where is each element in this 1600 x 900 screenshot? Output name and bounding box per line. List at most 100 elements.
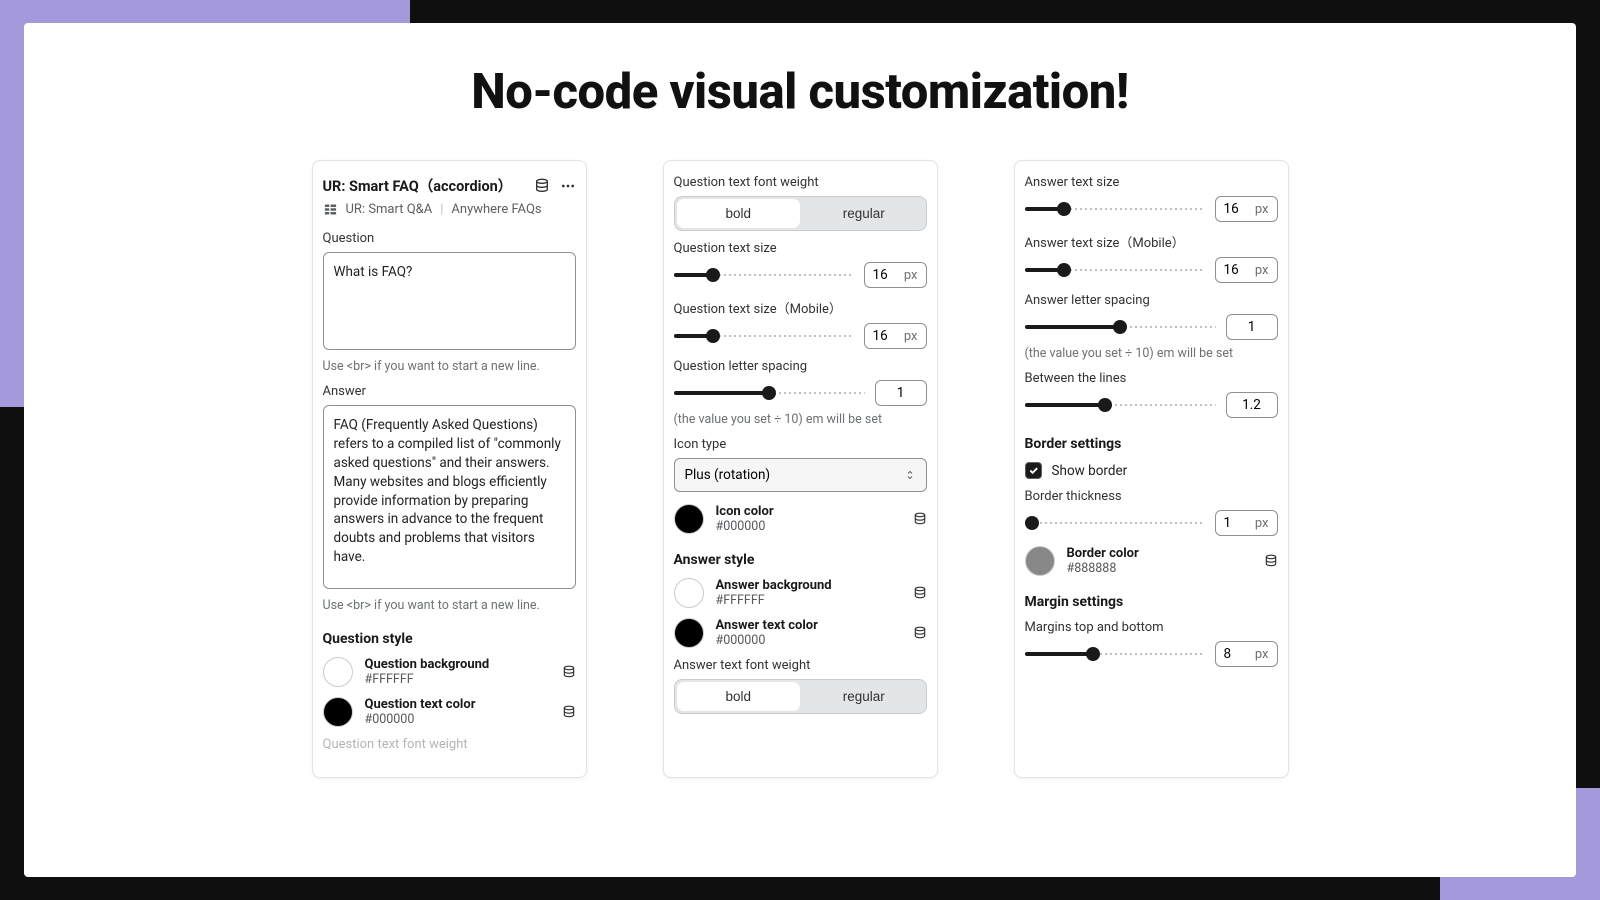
answer-font-weight-label: Answer text font weight <box>674 658 927 673</box>
question-text-swatch <box>323 697 353 727</box>
question-label: Question <box>323 231 576 246</box>
answer-text-size-mobile-input[interactable]: 16 px <box>1215 257 1278 283</box>
border-thickness-input[interactable]: 1 px <box>1215 510 1278 536</box>
value: 1.2 <box>1242 397 1261 413</box>
icon-type-value: Plus (rotation) <box>685 467 771 483</box>
dynamic-source-icon[interactable] <box>562 665 576 679</box>
question-letter-spacing-hint: (the value you set ÷ 10) em will be set <box>674 412 927 427</box>
question-text-size-label: Question text size <box>674 241 927 256</box>
icon-color-swatch <box>674 504 704 534</box>
border-thickness-label: Border thickness <box>1025 489 1278 504</box>
unit: px <box>904 329 918 344</box>
question-letter-spacing-label: Question letter spacing <box>674 359 927 374</box>
show-border-checkbox[interactable] <box>1025 462 1042 479</box>
regular-option[interactable]: regular <box>802 680 926 713</box>
unit: px <box>1255 263 1269 278</box>
dynamic-source-icon[interactable] <box>913 626 927 640</box>
question-text-size-mobile-input[interactable]: 16 px <box>864 323 927 349</box>
breadcrumb: UR: Smart Q&A | Anywhere FAQs <box>323 202 576 217</box>
answer-font-weight-toggle[interactable]: bold regular <box>674 679 927 714</box>
answer-input[interactable] <box>323 405 576 589</box>
value: 16 <box>1224 262 1239 278</box>
unit: px <box>904 268 918 283</box>
answer-letter-spacing-slider[interactable] <box>1025 317 1216 337</box>
show-border-label: Show border <box>1052 463 1128 479</box>
breadcrumb-section: Anywhere FAQs <box>451 202 541 217</box>
answer-label: Answer <box>323 384 576 399</box>
icon-type-label: Icon type <box>674 437 927 452</box>
question-bg-label: Question background <box>365 657 490 672</box>
question-letter-spacing-input[interactable]: 1 <box>875 380 927 406</box>
answer-text-size-slider[interactable] <box>1025 199 1205 219</box>
answer-text-color-row[interactable]: Answer text color #000000 <box>674 618 927 648</box>
question-text-size-mobile-label: Question text size（Mobile） <box>674 298 927 317</box>
settings-panel-block: UR: Smart FAQ（accordion） UR: Smart Q&A |… <box>312 160 587 778</box>
value: 1 <box>1224 515 1232 531</box>
answer-hint: Use <br> if you want to start a new line… <box>323 598 576 613</box>
line-height-label: Between the lines <box>1025 371 1278 386</box>
border-settings-heading: Border settings <box>1025 436 1278 452</box>
answer-text-size-label: Answer text size <box>1025 175 1278 190</box>
headline: No-code visual customization! <box>24 63 1576 120</box>
question-bg-color-row[interactable]: Question background #FFFFFF <box>323 657 576 687</box>
question-text-color-row[interactable]: Question text color #000000 <box>323 697 576 727</box>
dynamic-source-icon[interactable] <box>534 178 550 194</box>
border-color-swatch <box>1025 546 1055 576</box>
answer-text-swatch <box>674 618 704 648</box>
margin-top-bottom-slider[interactable] <box>1025 644 1205 664</box>
value: 1 <box>897 385 905 401</box>
settings-panel-question-style: Question text font weight bold regular Q… <box>663 160 938 778</box>
question-letter-spacing-slider[interactable] <box>674 383 865 403</box>
line-height-input[interactable]: 1.2 <box>1226 392 1278 418</box>
icon-color-hex: #000000 <box>716 519 774 534</box>
bold-option[interactable]: bold <box>677 682 801 711</box>
border-color-row[interactable]: Border color #888888 <box>1025 546 1278 576</box>
unit: px <box>1255 516 1269 531</box>
answer-style-heading: Answer style <box>674 552 927 568</box>
settings-panel-answer-border: Answer text size 16 px Answer text size（… <box>1014 160 1289 778</box>
margin-settings-heading: Margin settings <box>1025 594 1278 610</box>
icon-color-label: Icon color <box>716 504 774 519</box>
value: 1 <box>1248 319 1256 335</box>
unit: px <box>1255 647 1269 662</box>
answer-letter-spacing-input[interactable]: 1 <box>1226 314 1278 340</box>
answer-letter-spacing-label: Answer letter spacing <box>1025 293 1278 308</box>
border-thickness-slider[interactable] <box>1025 513 1205 533</box>
question-bg-hex: #FFFFFF <box>365 672 490 687</box>
question-hint: Use <br> if you want to start a new line… <box>323 359 576 374</box>
question-bg-swatch <box>323 657 353 687</box>
answer-text-size-input[interactable]: 16 px <box>1215 196 1278 222</box>
question-text-size-input[interactable]: 16 px <box>864 262 927 288</box>
unit: px <box>1255 202 1269 217</box>
answer-bg-color-row[interactable]: Answer background #FFFFFF <box>674 578 927 608</box>
question-text-size-mobile-slider[interactable] <box>674 326 854 346</box>
question-text-color-label: Question text color <box>365 697 476 712</box>
icon-color-row[interactable]: Icon color #000000 <box>674 504 927 534</box>
more-icon[interactable] <box>560 178 576 194</box>
icon-type-select[interactable]: Plus (rotation) <box>674 458 927 492</box>
bold-option[interactable]: bold <box>677 199 801 228</box>
value: 16 <box>873 328 888 344</box>
question-font-weight-label: Question text font weight <box>674 175 927 190</box>
margin-top-bottom-input[interactable]: 8 px <box>1215 641 1278 667</box>
answer-text-color-label: Answer text color <box>716 618 818 633</box>
line-height-slider[interactable] <box>1025 395 1216 415</box>
answer-letter-spacing-hint: (the value you set ÷ 10) em will be set <box>1025 346 1278 361</box>
dynamic-source-icon[interactable] <box>562 705 576 719</box>
dynamic-source-icon[interactable] <box>913 512 927 526</box>
feature-card: No-code visual customization! UR: Smart … <box>24 23 1576 877</box>
dynamic-source-icon[interactable] <box>1264 554 1278 568</box>
answer-text-size-mobile-slider[interactable] <box>1025 260 1205 280</box>
value: 8 <box>1224 646 1232 662</box>
answer-bg-hex: #FFFFFF <box>716 593 832 608</box>
question-font-weight-toggle[interactable]: bold regular <box>674 196 927 231</box>
regular-option[interactable]: regular <box>802 197 926 230</box>
question-text-size-slider[interactable] <box>674 265 854 285</box>
question-input[interactable] <box>323 252 576 350</box>
chevron-updown-icon <box>904 469 916 481</box>
margin-top-bottom-label: Margins top and bottom <box>1025 620 1278 635</box>
dynamic-source-icon[interactable] <box>913 586 927 600</box>
block-title: UR: Smart FAQ（accordion） <box>323 175 513 196</box>
breadcrumb-app: UR: Smart Q&A <box>346 202 433 217</box>
value: 16 <box>1224 201 1239 217</box>
